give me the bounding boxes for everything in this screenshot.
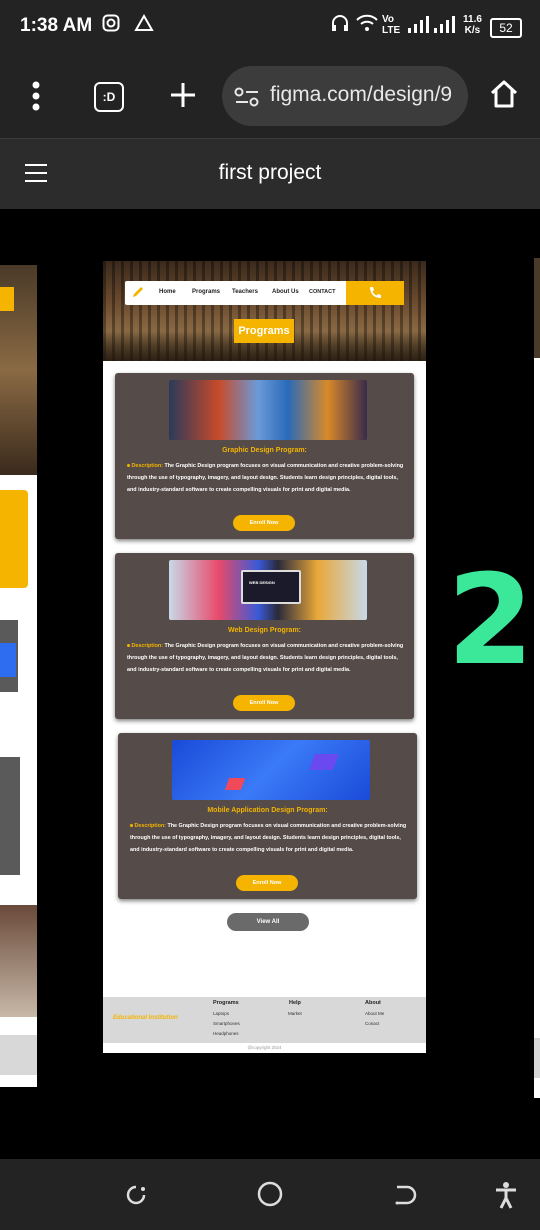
program-card-mobile-app-design: Mobile Application Design Program: Descr… [118,733,417,899]
speed-value: 11.6 [463,14,482,25]
status-bar: 1:38 AM Vo LTE 11.6 K/s 52 [0,0,540,56]
status-time: 1:38 AM [20,15,93,36]
nav-link-contact[interactable]: CONTACT [309,289,335,295]
footer-link[interactable]: Smartphones [213,1021,240,1026]
nav-link-teachers[interactable]: Teachers [232,289,258,295]
footer-programs-heading: Programs [213,1000,239,1006]
signal-icon [406,14,456,39]
description-text: The Graphic Design program focuses on vi… [130,823,407,853]
pencil-logo-icon [131,285,145,304]
phone-icon [367,285,383,306]
footer-link[interactable]: Market [288,1011,302,1016]
adjacent-artboard-right[interactable] [534,258,540,1098]
web-design-image-text: WEB DESIGN [249,580,275,585]
artboard-programs[interactable]: Home Programs Teachers About Us CONTACT … [103,261,426,1053]
handwritten-annotation: 2 [447,548,534,693]
graphic-design-image [169,380,367,440]
home-button-icon[interactable] [257,1181,283,1212]
tab-switcher-button[interactable]: :D [94,82,124,112]
description-text: The Graphic Design program focuses on vi… [127,463,404,493]
figma-header: first project [0,139,540,209]
description-label: Description: [134,823,166,829]
footer-about-heading: About [365,1000,381,1006]
accessibility-icon[interactable] [494,1181,518,1214]
new-tab-icon[interactable] [168,80,198,115]
copyright-text: @copyright 2024 [247,1045,282,1050]
card-title: Web Design Program: [228,627,301,634]
home-icon[interactable] [488,78,520,115]
card-description: Description: The Graphic Design program … [127,461,407,496]
footer-link[interactable]: About Me [365,1011,384,1016]
footer-link[interactable]: Laptops [213,1011,229,1016]
wifi-icon [356,14,378,37]
url-text: figma.com/design/9 [270,83,453,106]
network-speed: 11.6 K/s [463,14,482,36]
card-title: Graphic Design Program: [222,447,307,454]
adjacent-artboard-left[interactable] [0,265,37,1087]
network-label: Vo LTE [382,14,401,36]
footer-link[interactable]: Headphones [213,1031,239,1036]
footer-help-heading: Help [289,1000,301,1006]
description-label: Description: [131,463,163,469]
site-footer: Educational Institution Programs Laptops… [103,997,426,1043]
menu-dots-icon[interactable] [26,80,46,117]
system-navigation-bar [0,1159,540,1230]
nav-link-about[interactable]: About Us [272,289,299,295]
instagram-icon [102,14,120,37]
alert-icon [134,13,154,37]
enroll-now-button[interactable]: Enroll Now [236,875,298,891]
recent-apps-icon[interactable] [124,1183,148,1212]
battery-indicator: 52 [490,18,522,38]
description-label: Description: [131,643,163,649]
hero-programs-badge: Programs [234,319,294,343]
nav-link-home[interactable]: Home [159,289,176,295]
program-card-graphic-design: Graphic Design Program: Description: The… [115,373,414,539]
card-description: Description: The Graphic Design program … [130,821,410,856]
nav-link-programs[interactable]: Programs [192,289,220,295]
program-card-web-design: WEB DESIGN Web Design Program: Descripti… [115,553,414,719]
card-description: Description: The Graphic Design program … [127,641,407,676]
headphones-icon [330,14,350,37]
hero-banner [103,261,426,361]
browser-toolbar: :D figma.com/design/9 [0,56,540,139]
speed-unit: K/s [464,25,481,36]
footer-brand: Educational Institution [113,1015,178,1021]
web-design-image: WEB DESIGN [169,560,367,620]
project-title: first project [218,161,322,184]
description-text: The Graphic Design program focuses on vi… [127,643,404,673]
footer-link[interactable]: Conact [365,1021,379,1026]
site-settings-icon[interactable] [234,86,260,113]
enroll-now-button[interactable]: Enroll Now [233,515,295,531]
mobile-app-design-image [172,740,370,800]
call-button[interactable] [346,281,404,305]
view-all-button[interactable]: View All [227,913,309,931]
url-bar[interactable]: figma.com/design/9 [222,66,468,126]
enroll-now-button[interactable]: Enroll Now [233,695,295,711]
back-icon[interactable] [393,1183,417,1212]
card-title: Mobile Application Design Program: [207,807,328,814]
